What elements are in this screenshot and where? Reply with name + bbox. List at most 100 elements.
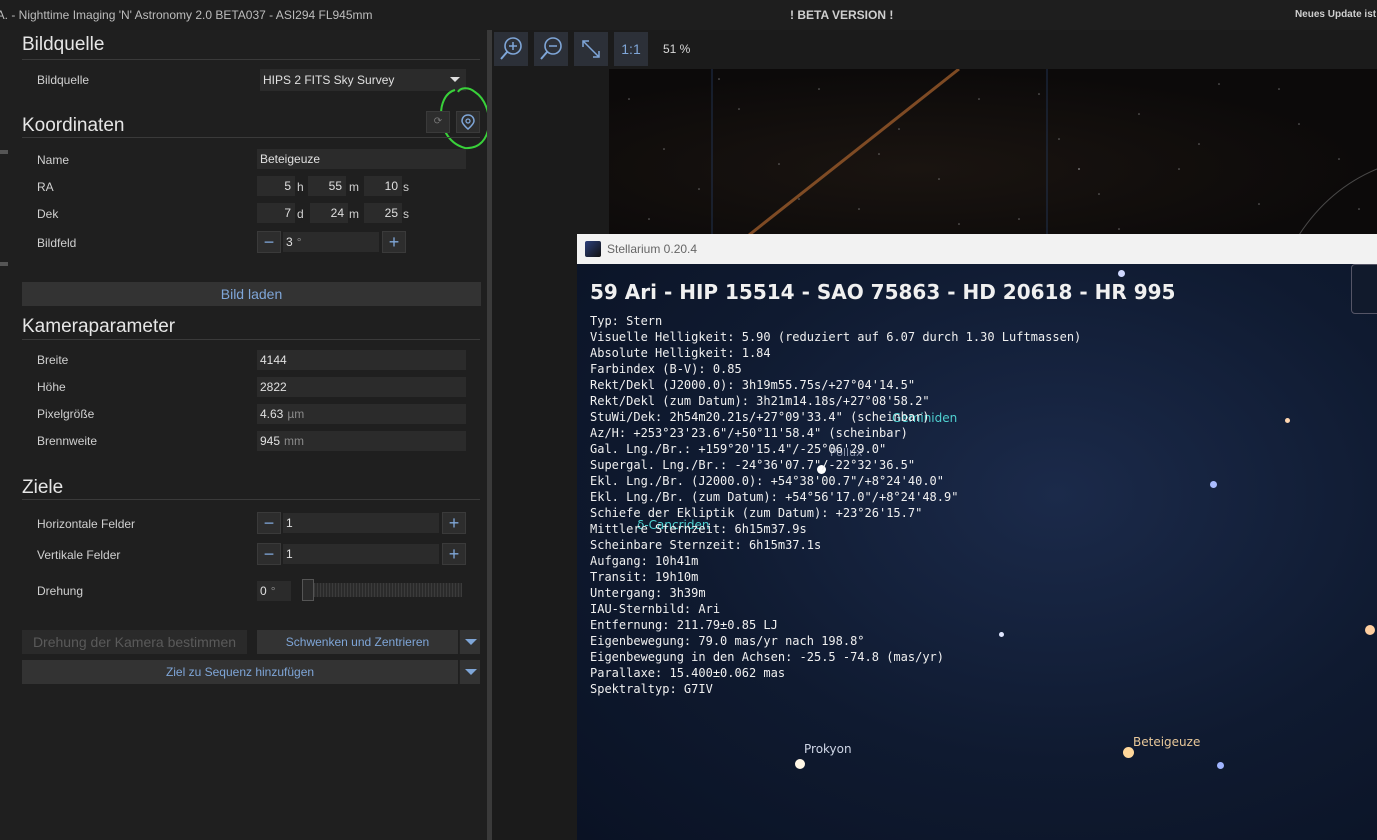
vertical-panels-input[interactable]: 1 (283, 544, 439, 564)
zoom-in-button[interactable] (494, 32, 528, 66)
pixelsize-input[interactable]: 4.63 µm (257, 404, 466, 424)
map-pin-button[interactable] (456, 111, 480, 133)
vertical-panels-label: Vertikale Felder (37, 548, 121, 562)
beta-notice: ! BETA VERSION ! (790, 8, 894, 22)
object-info-line: Rekt/Dekl (J2000.0): 3h19m55.75s/+27°04'… (590, 378, 916, 392)
ra-label: RA (37, 180, 54, 194)
title-bar: N.I.N.A. - Nighttime Imaging 'N' Astrono… (0, 0, 1377, 30)
plus-icon: + (448, 544, 460, 564)
hoehe-input[interactable]: 2822 (257, 377, 466, 397)
load-image-button[interactable]: Bild laden (22, 282, 481, 306)
fit-screen-icon (582, 40, 600, 58)
add-to-sequence-dropdown[interactable] (459, 660, 480, 684)
horizontal-panels-decrease-button[interactable]: − (257, 512, 281, 534)
star-field (628, 69, 1377, 235)
object-info-line: Typ: Stern (590, 314, 663, 328)
dec-degrees-input[interactable]: 7 (257, 203, 295, 223)
rotation-input[interactable]: 0 ° (257, 581, 291, 601)
sky-survey-image[interactable] (609, 69, 1377, 235)
star-prokyon (795, 759, 805, 769)
fov-decrease-button[interactable]: − (257, 231, 281, 253)
object-info-line: Gal. Lng./Br.: +159°20'15.4"/-25°06'29.0… (590, 442, 887, 456)
rotation-value: 0 (260, 584, 267, 598)
rotation-slider-handle[interactable] (302, 579, 314, 601)
bildquelle-value: HIPS 2 FITS Sky Survey (263, 73, 395, 87)
object-info-line: Entfernung: 211.79±0.85 LJ (590, 618, 778, 632)
zoom-out-button[interactable] (534, 32, 568, 66)
slew-center-button[interactable]: Schwenken und Zentrieren (257, 630, 458, 654)
slew-center-dropdown[interactable] (459, 630, 480, 654)
bildquelle-label: Bildquelle (37, 73, 90, 87)
horizontal-panels-increase-button[interactable]: + (442, 512, 466, 534)
horizontal-panels-input[interactable]: 1 (283, 513, 439, 533)
sync-icon: ⟳ (433, 116, 443, 127)
update-notice[interactable]: Neues Update ist verfügbar (1295, 9, 1377, 20)
object-info-line: StuWi/Dek: 2h54m20.21s/+27°09'33.4" (sch… (590, 410, 930, 424)
map-pin-icon (461, 114, 475, 130)
object-info-line: Untergang: 3h39m (590, 586, 706, 600)
divider (22, 59, 480, 60)
divider (22, 137, 480, 138)
fov-input[interactable]: 3 ° (283, 232, 379, 252)
horizontal-panels-label: Horizontale Felder (37, 517, 136, 531)
panel-splitter[interactable] (487, 30, 492, 840)
focallength-input[interactable]: 945 mm (257, 431, 466, 451)
object-designation: 59 Ari - HIP 15514 - SAO 75863 - HD 2061… (590, 280, 1176, 304)
divider (22, 499, 480, 500)
section-heading-koordinaten: Koordinaten (22, 115, 125, 136)
dec-minutes-input[interactable]: 24 (310, 203, 348, 223)
star (1217, 762, 1224, 769)
ra-minutes-input[interactable]: 55 (308, 176, 346, 196)
object-info-lines: Typ: Stern Visuelle Helligkeit: 5.90 (red… (590, 313, 1175, 697)
object-info: 59 Ari - HIP 15514 - SAO 75863 - HD 2061… (590, 279, 1175, 697)
determine-rotation-button[interactable]: Drehung der Kamera bestimmen (22, 630, 247, 654)
dec-seconds-input[interactable]: 25 (364, 203, 402, 223)
ra-hours-input[interactable]: 5 (257, 176, 295, 196)
section-heading-ziele: Ziele (22, 477, 64, 498)
minus-icon: − (263, 232, 275, 252)
object-info-line: Visuelle Helligkeit: 5.90 (reduziert auf… (590, 330, 1082, 344)
breite-input[interactable]: 4144 (257, 350, 466, 370)
one-to-one-button[interactable]: 1:1 (614, 32, 648, 66)
zoom-in-icon (500, 37, 522, 60)
star (1210, 481, 1217, 488)
stellarium-sync-button[interactable]: ⟳ (426, 111, 450, 133)
object-info-line: Ekl. Lng./Br. (J2000.0): +54°38'00.7"/+8… (590, 474, 945, 488)
focallength-value: 945 (260, 434, 281, 448)
ra-seconds-input[interactable]: 10 (364, 176, 402, 196)
object-info-line: Scheinbare Sternzeit: 6h15m37.1s (590, 538, 822, 552)
vertical-panels-decrease-button[interactable]: − (257, 543, 281, 565)
focallength-label: Brennweite (37, 434, 98, 448)
pixelsize-label: Pixelgröße (37, 407, 95, 421)
dec-minutes-unit: m (349, 207, 359, 221)
rotation-unit: ° (270, 584, 276, 598)
fov-value: 3 (286, 235, 293, 249)
fov-label: Bildfeld (37, 236, 77, 250)
object-info-line: Eigenbewegung: 79.0 mas/yr nach 198.8° (590, 634, 865, 648)
framing-panel: Bildquelle Bildquelle HIPS 2 FITS Sky Su… (0, 30, 490, 840)
object-info-line: Absolute Helligkeit: 1.84 (590, 346, 771, 360)
object-info-line: Eigenbewegung in den Achsen: -25.5 -74.8… (590, 650, 945, 664)
rotation-slider[interactable] (302, 579, 462, 601)
object-info-line: Transit: 19h10m (590, 570, 699, 584)
app-title: N.I.N.A. - Nighttime Imaging 'N' Astrono… (0, 8, 373, 22)
fov-increase-button[interactable]: + (382, 231, 406, 253)
dec-degrees-unit: d (297, 207, 304, 221)
section-heading-kamera: Kameraparameter (22, 316, 176, 337)
add-to-sequence-button[interactable]: Ziel zu Sequenz hinzufügen (22, 660, 458, 684)
panel-edge-marker (0, 150, 8, 154)
zoom-level: 51 % (663, 42, 691, 56)
fit-to-screen-button[interactable] (574, 32, 608, 66)
stellarium-side-panel (1351, 264, 1377, 314)
rotation-label: Drehung (37, 584, 84, 598)
name-label: Name (37, 153, 70, 167)
vertical-panels-increase-button[interactable]: + (442, 543, 466, 565)
minus-icon: − (263, 513, 275, 533)
stellarium-window[interactable]: Stellarium 0.20.4 Prokyon Beteigeuze Gem… (577, 234, 1377, 840)
object-info-line: Schiefe der Ekliptik (zum Datum): +23°26… (590, 506, 923, 520)
stellarium-titlebar[interactable]: Stellarium 0.20.4 (577, 234, 1377, 264)
fov-unit: ° (296, 235, 302, 249)
name-input[interactable]: Beteigeuze (257, 149, 466, 169)
pixelsize-value: 4.63 (260, 407, 284, 421)
breite-label: Breite (37, 353, 69, 367)
